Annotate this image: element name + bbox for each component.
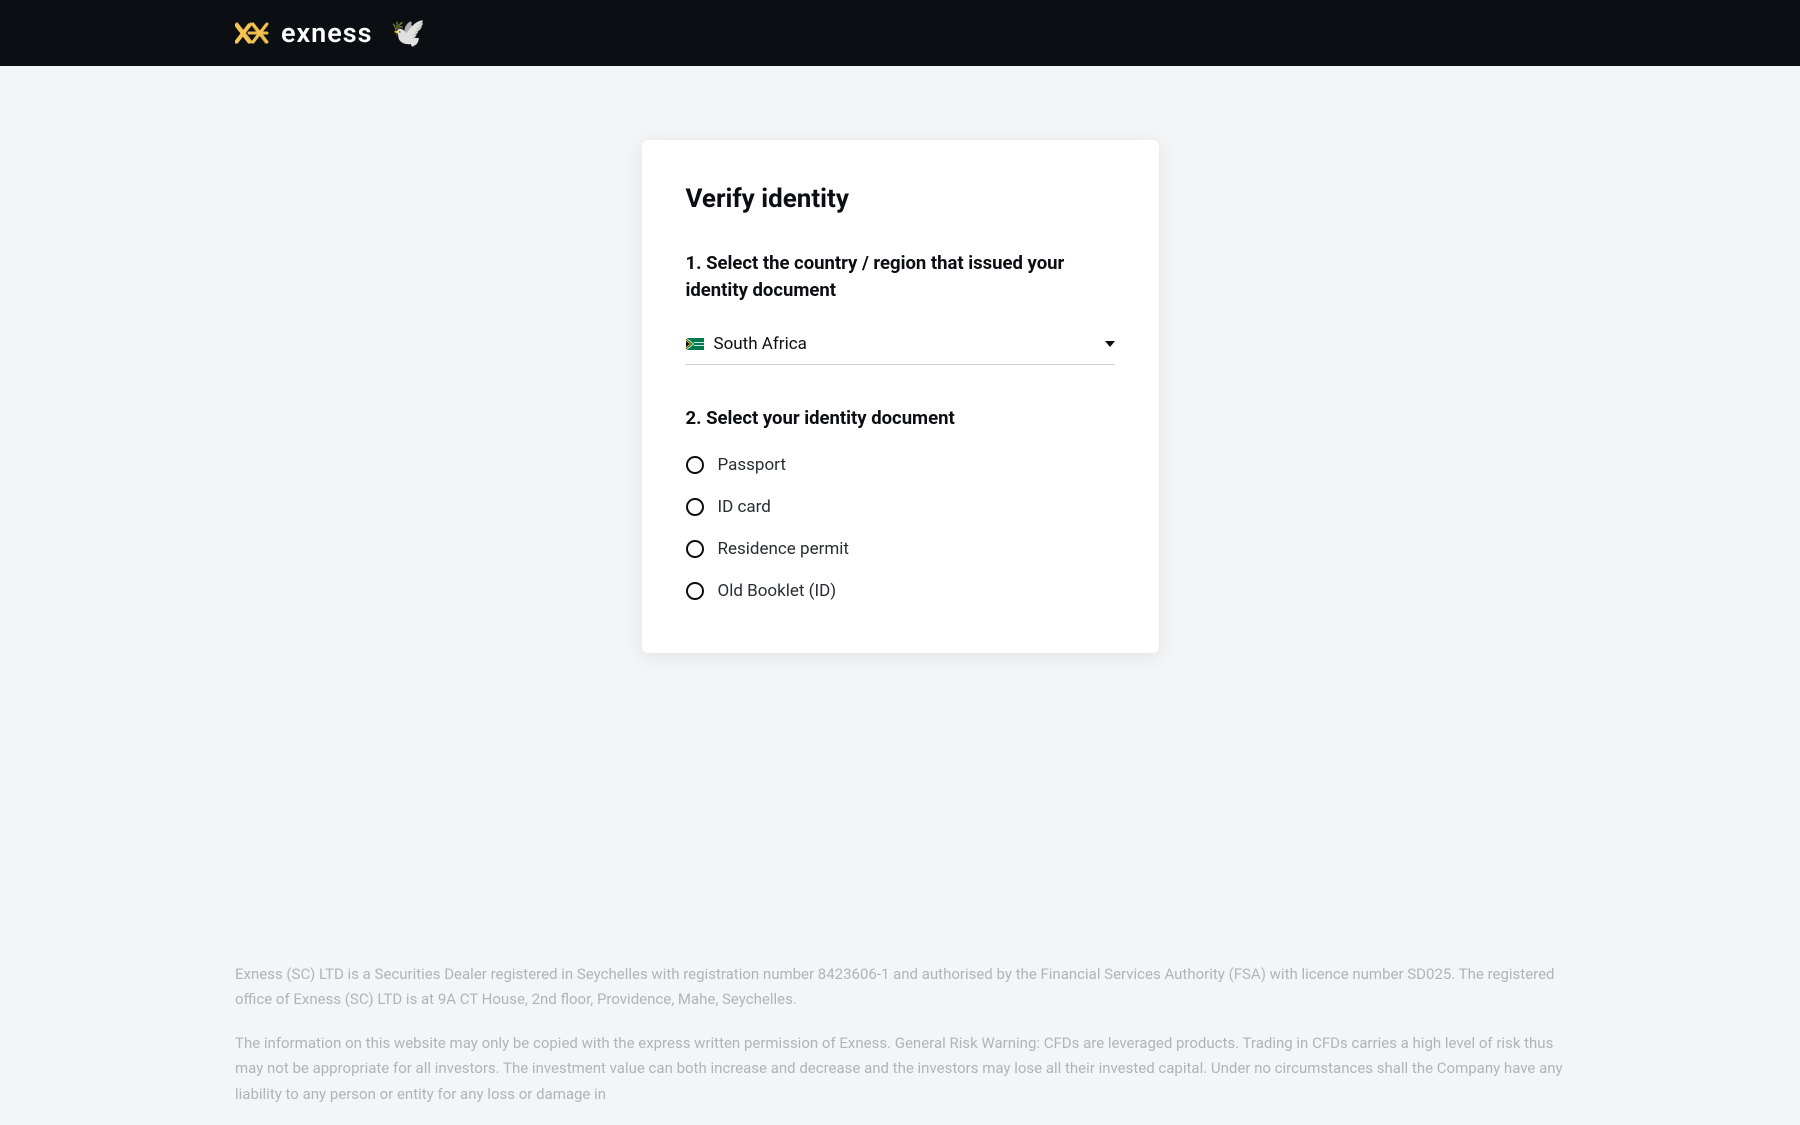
dove-icon: 🕊️ (391, 19, 426, 47)
radio-id-card[interactable]: ID card (686, 497, 1115, 517)
app-header: exness 🕊️ (0, 0, 1800, 66)
logo-mark-icon (235, 22, 269, 44)
footer-paragraph-1: Exness (SC) LTD is a Securities Dealer r… (235, 962, 1565, 1013)
brand-logo[interactable]: exness 🕊️ (235, 17, 425, 49)
radio-label: ID card (718, 497, 771, 517)
flag-icon-south-africa (686, 338, 704, 350)
brand-name: exness (281, 17, 373, 49)
step2-heading: 2. Select your identity document (686, 405, 1115, 432)
legal-footer: Exness (SC) LTD is a Securities Dealer r… (0, 962, 1800, 1125)
radio-label: Residence permit (718, 539, 849, 559)
country-selected-label: South Africa (714, 334, 1105, 354)
card-title: Verify identity (686, 184, 1115, 214)
step1-heading: 1. Select the country / region that issu… (686, 250, 1115, 304)
radio-label: Passport (718, 455, 786, 475)
footer-paragraph-2: The information on this website may only… (235, 1031, 1565, 1108)
radio-old-booklet[interactable]: Old Booklet (ID) (686, 581, 1115, 601)
radio-icon (686, 540, 704, 558)
radio-icon (686, 456, 704, 474)
radio-icon (686, 498, 704, 516)
document-radio-group: Passport ID card Residence permit Old Bo… (686, 455, 1115, 601)
radio-label: Old Booklet (ID) (718, 581, 837, 601)
radio-passport[interactable]: Passport (686, 455, 1115, 475)
radio-icon (686, 582, 704, 600)
chevron-down-icon (1105, 341, 1115, 347)
radio-residence-permit[interactable]: Residence permit (686, 539, 1115, 559)
country-select[interactable]: South Africa (686, 326, 1115, 365)
verify-identity-card: Verify identity 1. Select the country / … (642, 140, 1159, 653)
